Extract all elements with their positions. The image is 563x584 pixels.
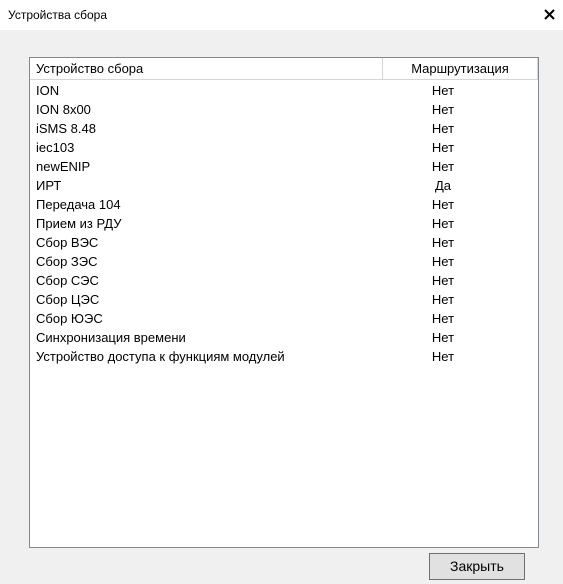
routing-value: Нет (431, 254, 455, 269)
device-name: Синхронизация времени (36, 330, 186, 345)
list-item[interactable]: iec103 Нет (30, 138, 538, 157)
column-header-routing[interactable]: Маршрутизация (383, 58, 538, 80)
routing-value: Нет (431, 197, 455, 212)
device-name: Сбор ЮЭС (36, 311, 103, 326)
device-name: Передача 104 (36, 197, 121, 212)
list-item[interactable]: Устройство доступа к функциям модулей Нет (30, 347, 538, 366)
devices-list[interactable]: Устройство сбора Маршрутизация ION Нет ION… (29, 57, 539, 548)
routing-value: Нет (431, 311, 455, 326)
routing-value: Нет (431, 330, 455, 345)
routing-value: Нет (431, 83, 455, 98)
list-header: Устройство сбора Маршрутизация (30, 58, 538, 80)
device-name: Сбор ЗЭС (36, 254, 98, 269)
list-item[interactable]: Передача 104 Нет (30, 195, 538, 214)
routing-value: Нет (431, 140, 455, 155)
device-name: Сбор СЭС (36, 273, 99, 288)
device-name: iec103 (36, 140, 75, 155)
list-item[interactable]: Прием из РДУ Нет (30, 214, 538, 233)
list-item[interactable]: newENIP Нет (30, 157, 538, 176)
routing-value: Нет (431, 349, 455, 364)
routing-value: Нет (431, 102, 455, 117)
device-name: iSMS 8.48 (36, 121, 96, 136)
routing-value: Нет (431, 216, 455, 231)
list-item[interactable]: Сбор ЗЭС Нет (30, 252, 538, 271)
list-item[interactable]: Сбор СЭС Нет (30, 271, 538, 290)
routing-value: Нет (431, 292, 455, 307)
device-name: Прием из РДУ (36, 216, 122, 231)
list-item[interactable]: iSMS 8.48 Нет (30, 119, 538, 138)
device-name: ИРТ (36, 178, 62, 193)
title-bar: Устройства сбора (0, 0, 563, 30)
list-item[interactable]: Синхронизация времени Нет (30, 328, 538, 347)
list-rows: ION Нет ION 8x00 Нет iSMS 8.48 Нет iec103 Нет ne… (30, 81, 538, 366)
device-name: newENIP (36, 159, 91, 174)
close-button[interactable]: Закрыть (429, 553, 525, 580)
window-title: Устройства сбора (8, 8, 108, 22)
list-item[interactable]: Сбор ЮЭС Нет (30, 309, 538, 328)
column-header-device[interactable]: Устройство сбора (30, 58, 383, 80)
device-name: Сбор ЦЭС (36, 292, 100, 307)
device-name: ION (36, 83, 60, 98)
list-item[interactable]: ION 8x00 Нет (30, 100, 538, 119)
window-close-button[interactable] (540, 6, 560, 24)
routing-value: Да (434, 178, 452, 193)
dialog-window: Устройства сбора Устройство сбора Маршру… (0, 0, 563, 584)
device-name: Устройство доступа к функциям модулей (36, 349, 285, 364)
device-name: Сбор ВЭС (36, 235, 99, 250)
list-item[interactable]: Сбор ВЭС Нет (30, 233, 538, 252)
device-name: ION 8x00 (36, 102, 91, 117)
list-item[interactable]: ION Нет (30, 81, 538, 100)
routing-value: Нет (431, 235, 455, 250)
close-icon (544, 9, 555, 20)
list-item[interactable]: ИРТ Да (30, 176, 538, 195)
routing-value: Нет (431, 159, 455, 174)
routing-value: Нет (431, 273, 455, 288)
routing-value: Нет (431, 121, 455, 136)
list-item[interactable]: Сбор ЦЭС Нет (30, 290, 538, 309)
